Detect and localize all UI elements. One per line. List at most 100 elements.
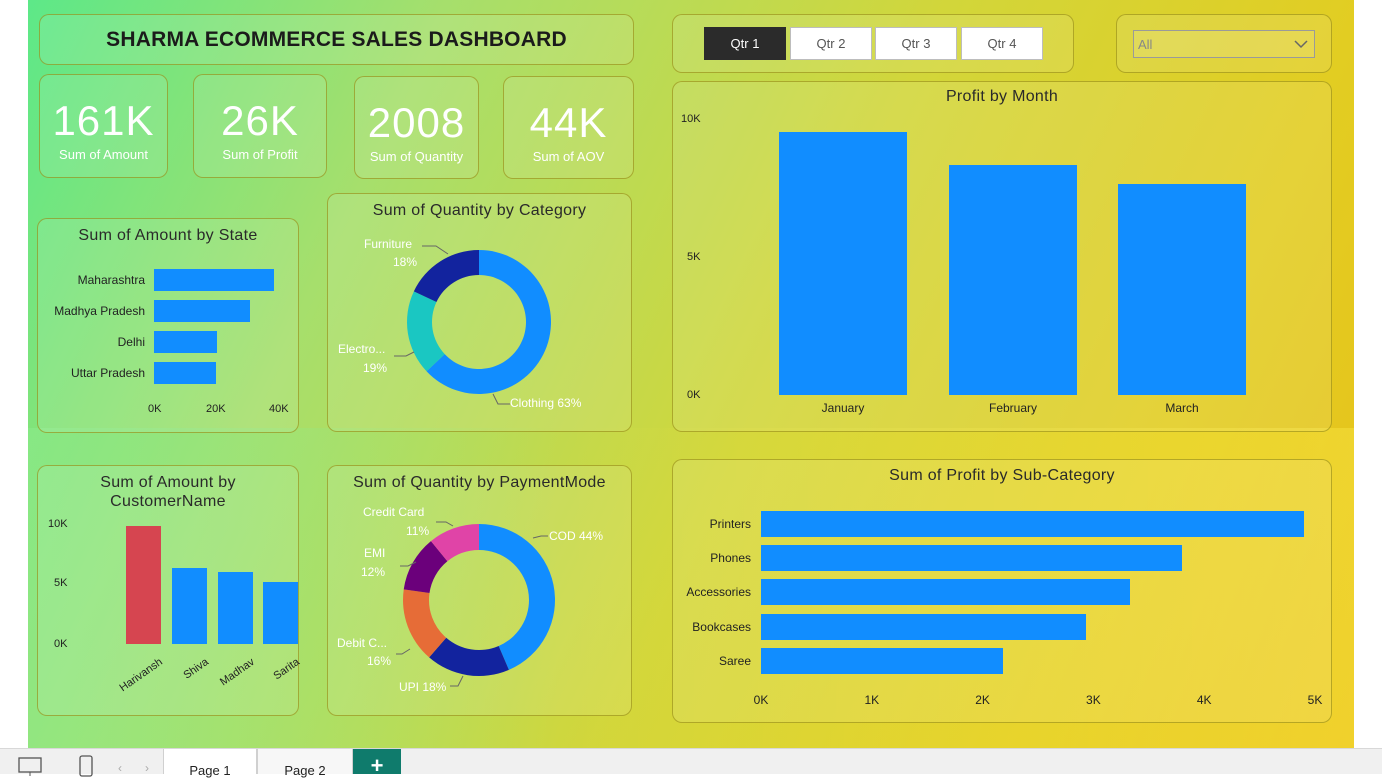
kpi-value: 2008	[367, 99, 466, 146]
page-tab-2[interactable]: Page 2	[257, 749, 353, 778]
chevron-down-icon	[1294, 40, 1308, 49]
bar	[154, 331, 218, 353]
bar	[949, 164, 1077, 395]
kpi-card-amount: 161K Sum of Amount	[39, 74, 168, 178]
leader-line	[532, 535, 548, 539]
mobile-view-icon[interactable]	[78, 755, 94, 777]
x-tick: 40K	[269, 403, 289, 415]
dashboard-title: SHARMA ECOMMERCE SALES DASHBOARD	[106, 27, 567, 51]
category-label: Accessories	[686, 585, 751, 599]
slice-label: Clothing 63%	[510, 396, 582, 410]
donut-slice	[407, 291, 445, 372]
leader-line	[492, 393, 510, 405]
visual-title-line-2: CustomerName	[110, 493, 226, 510]
y-tick: 10K	[48, 518, 68, 530]
visual-title-line-1: Sum of Amount by	[100, 474, 236, 491]
state-dropdown[interactable]: All	[1133, 30, 1315, 58]
quantity-by-paymentmode-visual[interactable]: Sum of Quantity by PaymentMode Credit Ca…	[327, 465, 632, 716]
leader-line	[396, 648, 411, 655]
bar	[126, 526, 161, 644]
title-card: SHARMA ECOMMERCE SALES DASHBOARD	[39, 14, 634, 65]
leader-line	[436, 521, 454, 527]
leader-line	[394, 351, 415, 357]
slice-percent: 12%	[361, 565, 386, 579]
bar	[154, 269, 275, 291]
amount-by-customer-visual[interactable]: Sum of Amount by CustomerName 10K 5K 0K …	[37, 465, 302, 716]
bar	[154, 362, 216, 384]
x-tick: January	[821, 401, 865, 415]
kpi-card-quantity: 2008 Sum of Quantity	[354, 76, 479, 179]
bar	[761, 614, 1086, 640]
quantity-by-category-visual[interactable]: Sum of Quantity by Category Furniture 18…	[327, 193, 632, 432]
slice-label: Furniture	[364, 237, 413, 251]
qtr3-button[interactable]: Qtr 3	[875, 27, 957, 60]
donut-slice	[413, 250, 479, 302]
bar	[263, 581, 298, 644]
qtr4-button[interactable]: Qtr 4	[961, 27, 1043, 60]
donut-slice	[479, 524, 556, 670]
profit-by-month-visual[interactable]: Profit by Month 10K 5K 0K January Februar…	[672, 81, 1332, 432]
page-tab-1[interactable]: Page 1	[163, 749, 257, 778]
bar	[761, 579, 1130, 605]
bar	[761, 511, 1304, 537]
y-tick: 10K	[681, 113, 701, 125]
add-page-button[interactable]: +	[353, 749, 401, 778]
slice-label: Credit Card	[363, 505, 425, 519]
bar	[1118, 183, 1246, 395]
kpi-label: Sum of Amount	[59, 147, 148, 162]
category-label: Printers	[709, 517, 751, 531]
category-label: Delhi	[117, 335, 145, 349]
y-tick: 5K	[54, 577, 68, 589]
desktop-view-icon[interactable]	[18, 757, 42, 777]
x-tick: 0K	[753, 693, 769, 707]
bar	[761, 648, 1003, 674]
kpi-card-aov: 44K Sum of AOV	[503, 76, 634, 179]
profit-by-subcategory-visual[interactable]: Sum of Profit by Sub-Category Printers Ph…	[672, 459, 1332, 723]
slice-percent: 18%	[393, 255, 418, 269]
kpi-label: Sum of AOV	[532, 149, 605, 164]
x-tick: March	[1165, 401, 1199, 415]
x-tick: 4K	[1196, 693, 1212, 707]
x-tick: 3K	[1086, 693, 1101, 707]
x-tick: 20K	[206, 403, 226, 415]
slice-label: EMI	[364, 546, 386, 560]
donut-chart	[396, 521, 556, 687]
x-tick: February	[988, 401, 1038, 415]
donut-chart	[394, 245, 551, 405]
slice-label: Electro...	[338, 342, 386, 356]
visual-title: Profit by Month	[945, 88, 1059, 105]
kpi-value: 44K	[529, 99, 608, 146]
kpi-value: 26K	[221, 97, 299, 144]
y-tick: 5K	[687, 251, 701, 263]
bar	[761, 545, 1183, 571]
slice-label: UPI 18%	[399, 680, 447, 694]
bar	[218, 572, 253, 644]
leader-line	[422, 245, 449, 255]
qtr1-button[interactable]: Qtr 1	[704, 27, 786, 60]
kpi-value: 161K	[52, 97, 155, 144]
qtr2-button[interactable]: Qtr 2	[790, 27, 872, 60]
quarter-slicer: Qtr 1 Qtr 2 Qtr 3 Qtr 4	[672, 14, 1074, 73]
slice-percent: 19%	[363, 361, 388, 375]
bar	[779, 131, 907, 395]
y-tick: 0K	[54, 638, 68, 650]
state-slicer: All	[1116, 14, 1332, 73]
category-label: Phones	[710, 551, 751, 565]
slice-percent: 16%	[367, 654, 392, 668]
leader-line	[450, 675, 464, 687]
category-label: Bookcases	[692, 620, 751, 634]
x-tick: 1K	[864, 693, 880, 707]
amount-by-state-visual[interactable]: Sum of Amount by State Maharashtra Madhya…	[37, 218, 299, 433]
slice-percent: 11%	[406, 524, 430, 538]
bar	[172, 568, 207, 644]
category-label: Madhya Pradesh	[54, 304, 145, 318]
page-navigation-bar: ‹ › Page 1 Page 2 +	[0, 748, 1382, 778]
x-tick: 0K	[148, 403, 162, 415]
slice-label: Debit C...	[337, 636, 388, 650]
bar	[154, 300, 250, 322]
y-tick: 0K	[687, 389, 701, 401]
report-canvas: SHARMA ECOMMERCE SALES DASHBOARD 161K Su…	[28, 0, 1354, 748]
category-label: Uttar Pradesh	[70, 366, 145, 380]
visual-title: Sum of Amount by State	[78, 227, 258, 244]
dropdown-value: All	[1138, 37, 1153, 52]
